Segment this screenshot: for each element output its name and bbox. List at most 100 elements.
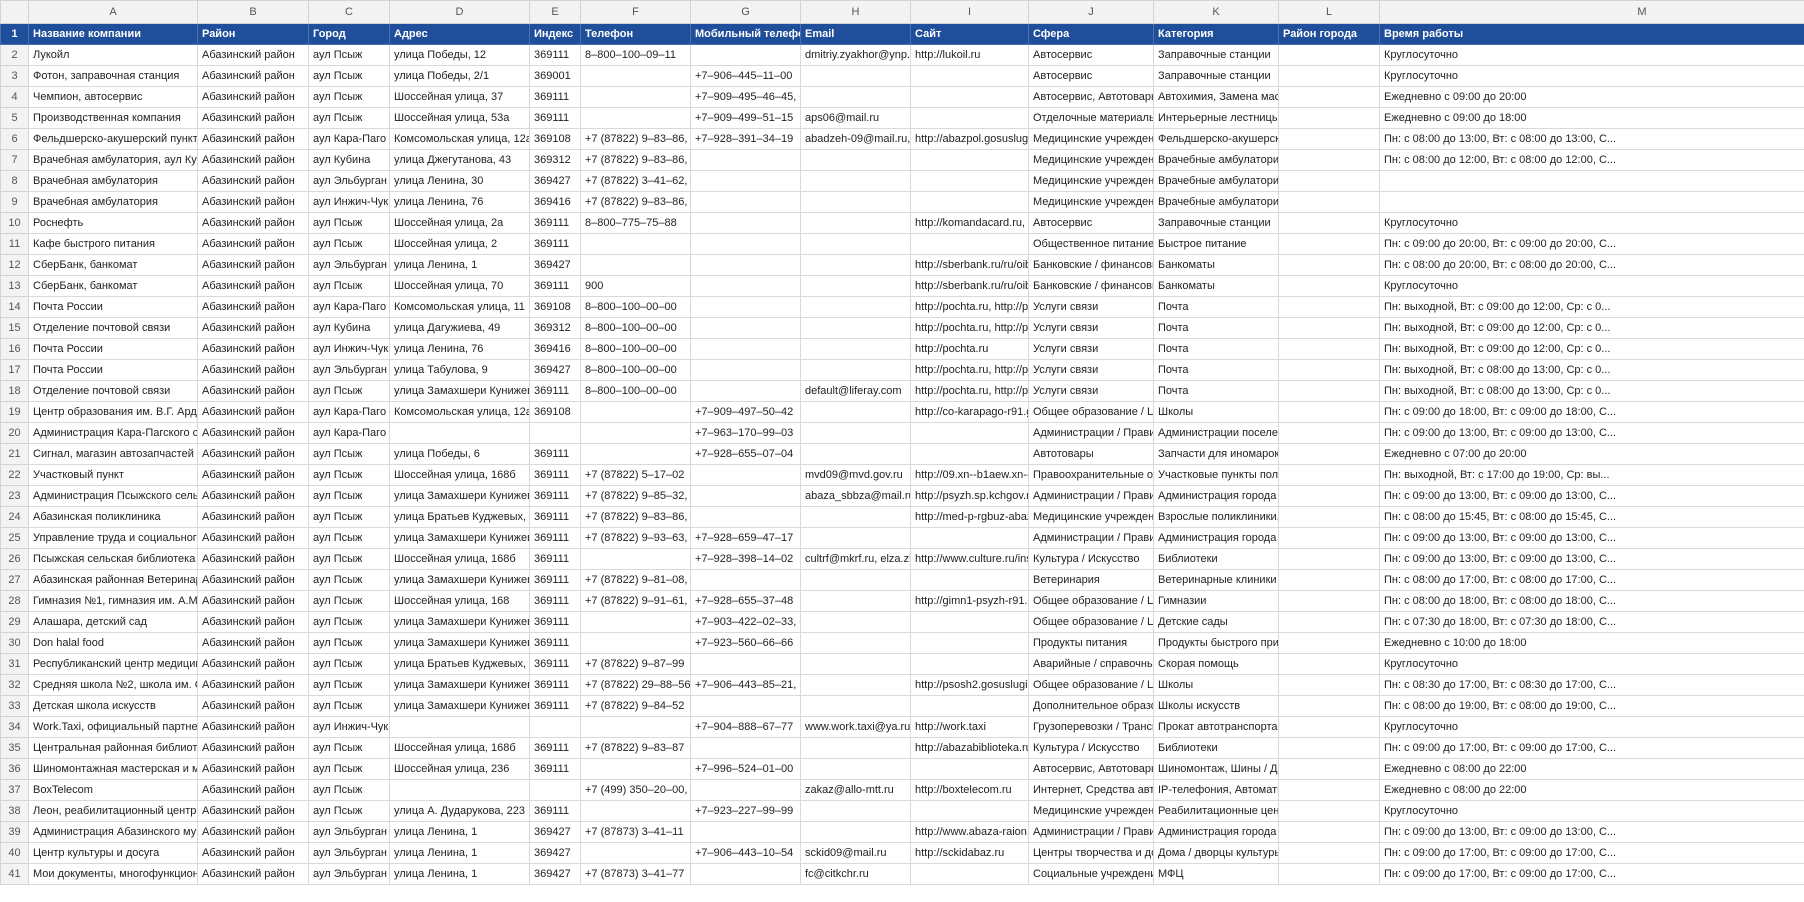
table-cell[interactable]: Отделочные материалы, П... xyxy=(1028,107,1154,129)
table-cell[interactable]: 369111 xyxy=(529,506,581,528)
table-cell[interactable] xyxy=(690,170,801,192)
table-cell[interactable]: Автосервис xyxy=(1028,44,1154,66)
table-cell[interactable]: Круглосуточно xyxy=(1379,716,1804,738)
table-cell[interactable]: Пн: с 09:00 до 13:00, Вт: с 09:00 до 13:… xyxy=(1379,821,1804,843)
table-cell[interactable]: аул Псыж xyxy=(308,800,390,822)
table-cell[interactable]: Медицинские учреждения xyxy=(1028,191,1154,213)
table-cell[interactable] xyxy=(580,632,691,654)
table-cell[interactable]: аул Псыж xyxy=(308,569,390,591)
table-cell[interactable] xyxy=(1379,170,1804,192)
table-cell[interactable] xyxy=(580,758,691,780)
table-cell[interactable]: улица Ленина, 76 xyxy=(389,191,530,213)
table-cell[interactable]: Медицинские учреждения xyxy=(1028,128,1154,150)
table-cell[interactable]: Абазинский район xyxy=(197,548,309,570)
table-cell[interactable]: Шиномонтажная мастерская и магаз... xyxy=(28,758,198,780)
table-cell[interactable]: Культура / Искусство xyxy=(1028,548,1154,570)
column-letter-h[interactable]: H xyxy=(800,0,911,24)
table-cell[interactable]: Абазинский район xyxy=(197,779,309,801)
table-cell[interactable]: Круглосуточно xyxy=(1379,653,1804,675)
table-cell[interactable] xyxy=(690,317,801,339)
table-cell[interactable]: +7 (87822) 9‒93‒63, +7... xyxy=(580,527,691,549)
table-cell[interactable]: Леон, реабилитационный центр xyxy=(28,800,198,822)
table-cell[interactable]: аул Псыж xyxy=(308,548,390,570)
table-cell[interactable]: Абазинский район xyxy=(197,338,309,360)
table-cell[interactable]: http://gimn1-psyzh-r91.g... xyxy=(910,590,1029,612)
row-number[interactable]: 14 xyxy=(0,296,29,318)
table-cell[interactable]: Банковские / финансовые ... xyxy=(1028,275,1154,297)
row-number[interactable]: 8 xyxy=(0,170,29,192)
header-cell[interactable]: Название компании xyxy=(28,23,198,45)
column-letter-f[interactable]: F xyxy=(580,0,691,24)
row-number[interactable]: 5 xyxy=(0,107,29,129)
column-letter-j[interactable]: J xyxy=(1028,0,1154,24)
table-cell[interactable]: улица Джегутанова, 43 xyxy=(389,149,530,171)
table-cell[interactable]: Почта xyxy=(1153,338,1279,360)
table-cell[interactable]: Абазинский район xyxy=(197,254,309,276)
row-number[interactable]: 19 xyxy=(0,401,29,423)
table-cell[interactable]: 369427 xyxy=(529,359,581,381)
table-cell[interactable]: +7‒963‒170‒99‒03 xyxy=(690,422,801,444)
table-cell[interactable] xyxy=(1278,611,1380,633)
table-cell[interactable] xyxy=(1278,674,1380,696)
table-cell[interactable]: Заправочные станции xyxy=(1153,65,1279,87)
table-cell[interactable]: Пн: выходной, Вт: с 08:00 до 13:00, Ср: … xyxy=(1379,380,1804,402)
table-cell[interactable]: аул Псыж xyxy=(308,464,390,486)
table-cell[interactable]: http://pochta.ru xyxy=(910,338,1029,360)
table-cell[interactable]: Автосервис xyxy=(1028,212,1154,234)
row-number[interactable]: 17 xyxy=(0,359,29,381)
row-number[interactable]: 13 xyxy=(0,275,29,297)
row-number[interactable]: 24 xyxy=(0,506,29,528)
table-cell[interactable] xyxy=(580,107,691,129)
table-cell[interactable]: 369111 xyxy=(529,380,581,402)
table-cell[interactable]: Абазинский район xyxy=(197,191,309,213)
table-cell[interactable]: Абазинский район xyxy=(197,86,309,108)
table-cell[interactable]: 369427 xyxy=(529,842,581,864)
row-number[interactable]: 40 xyxy=(0,842,29,864)
table-cell[interactable] xyxy=(910,758,1029,780)
table-cell[interactable]: аул Псыж xyxy=(308,695,390,717)
table-cell[interactable]: http://09.xn--b1aew.xn--p... xyxy=(910,464,1029,486)
table-cell[interactable]: Шоссейная улица, 2а xyxy=(389,212,530,234)
table-cell[interactable]: Врачебные амбулатории xyxy=(1153,170,1279,192)
table-cell[interactable] xyxy=(690,779,801,801)
table-cell[interactable]: аул Псыж xyxy=(308,107,390,129)
table-cell[interactable] xyxy=(1278,737,1380,759)
table-cell[interactable]: Шоссейная улица, 53а xyxy=(389,107,530,129)
row-number[interactable]: 41 xyxy=(0,863,29,885)
table-cell[interactable]: Реабилитационные центры xyxy=(1153,800,1279,822)
table-cell[interactable]: Автосервис, Автотовары xyxy=(1028,86,1154,108)
table-cell[interactable]: +7 (87822) 9‒81‒08, +7... xyxy=(580,569,691,591)
table-cell[interactable] xyxy=(910,653,1029,675)
table-cell[interactable]: Пн: с 09:00 до 13:00, Вт: с 09:00 до 13:… xyxy=(1379,422,1804,444)
header-cell[interactable]: Email xyxy=(800,23,911,45)
table-cell[interactable]: Круглосуточно xyxy=(1379,44,1804,66)
table-cell[interactable]: +7 (87822) 9‒83‒86, +7... xyxy=(580,191,691,213)
table-cell[interactable]: аул Псыж xyxy=(308,632,390,654)
table-cell[interactable]: Абазинский район xyxy=(197,737,309,759)
table-cell[interactable]: http://sberbank.ru/ru/oib/... xyxy=(910,254,1029,276)
table-cell[interactable]: Шоссейная улица, 168б xyxy=(389,548,530,570)
table-cell[interactable]: Абазинский район xyxy=(197,569,309,591)
column-letter-a[interactable]: A xyxy=(28,0,198,24)
table-cell[interactable]: +7 (87822) 9‒83‒87 xyxy=(580,737,691,759)
table-cell[interactable] xyxy=(910,170,1029,192)
table-cell[interactable]: Пн: с 09:00 до 13:00, Вт: с 09:00 до 13:… xyxy=(1379,485,1804,507)
table-cell[interactable] xyxy=(1278,149,1380,171)
table-cell[interactable]: Общее образование / Цен... xyxy=(1028,590,1154,612)
table-cell[interactable]: Услуги связи xyxy=(1028,317,1154,339)
table-cell[interactable] xyxy=(1278,800,1380,822)
table-cell[interactable]: Медицинские учреждения xyxy=(1028,149,1154,171)
table-cell[interactable]: +7 (87822) 9‒87‒99 xyxy=(580,653,691,675)
table-cell[interactable]: 8‒800‒100‒00‒00 xyxy=(580,359,691,381)
table-cell[interactable] xyxy=(1278,86,1380,108)
row-number[interactable]: 26 xyxy=(0,548,29,570)
table-cell[interactable]: Абазинский район xyxy=(197,590,309,612)
table-cell[interactable]: 369111 xyxy=(529,44,581,66)
table-cell[interactable]: Услуги связи xyxy=(1028,296,1154,318)
table-cell[interactable]: Банковские / финансовые ... xyxy=(1028,254,1154,276)
table-cell[interactable]: Школы искусств xyxy=(1153,695,1279,717)
table-cell[interactable]: улица Ленина, 1 xyxy=(389,842,530,864)
table-cell[interactable]: Кафе быстрого питания xyxy=(28,233,198,255)
table-cell[interactable]: Почта xyxy=(1153,296,1279,318)
row-number[interactable]: 11 xyxy=(0,233,29,255)
